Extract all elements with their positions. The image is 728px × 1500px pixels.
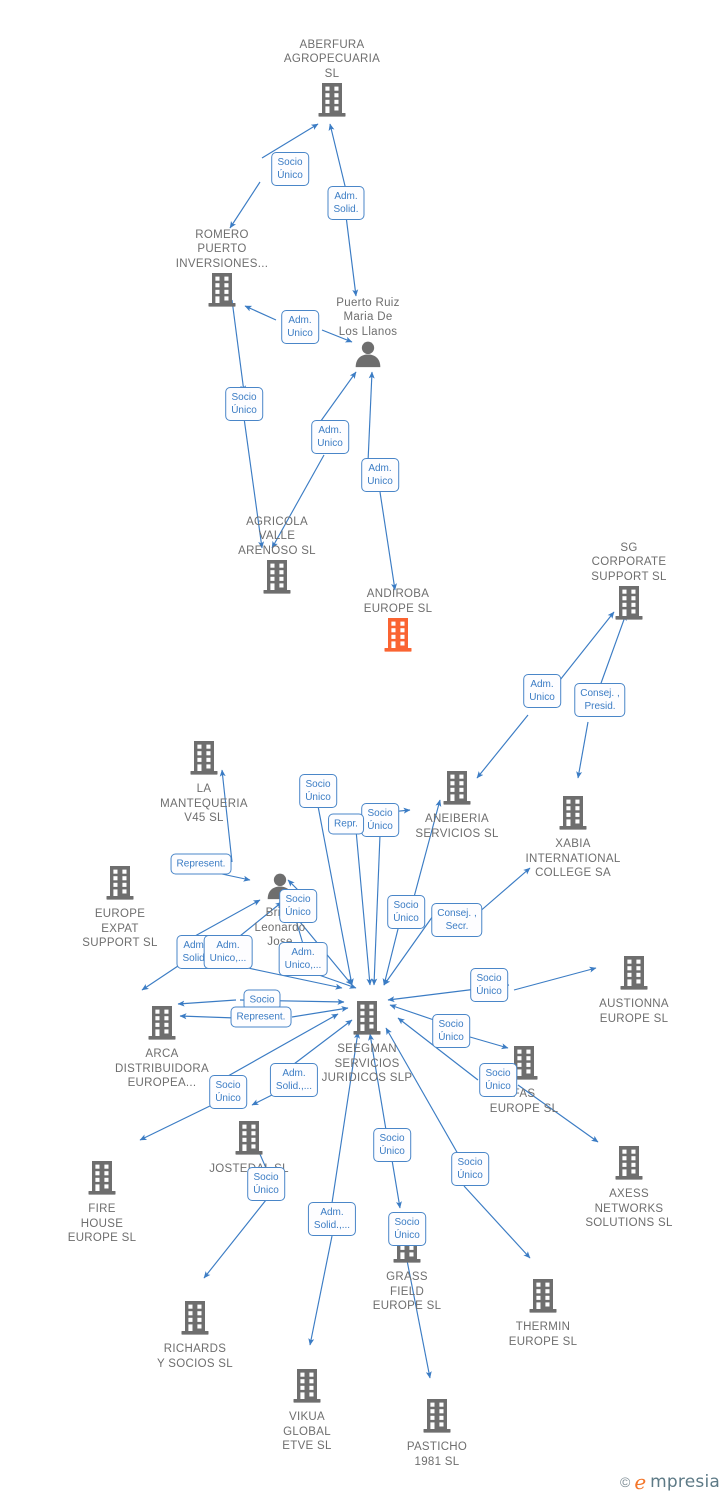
relation-label-seegman-to-austionna[interactable]: Socio Único (470, 968, 508, 1002)
empresia-logo-text: mpresia (650, 1471, 720, 1492)
building-icon (287, 1000, 447, 1041)
node-label-aneiberia: ANEIBERIA SERVICIOS SL (415, 813, 499, 840)
relation-label-puertoruiz-to-agricola[interactable]: Adm. Unico (311, 420, 349, 454)
edge-connector (379, 491, 397, 591)
edge-connector (576, 721, 589, 779)
node-label-fas: FAS EUROPE SL (489, 1088, 559, 1115)
edge-connector (231, 299, 247, 393)
node-label-axess: AXESS NETWORKS SOLUTIONS SL (585, 1188, 673, 1229)
person-icon (288, 340, 448, 373)
graph-node-mantequeria[interactable]: LA MANTEQUERIA V45 SL (124, 740, 284, 826)
relation-label-seegman-to-firehouse[interactable]: Socio Único (209, 1075, 247, 1109)
graph-node-richards[interactable]: RICHARDS Y SOCIOS SL (115, 1300, 275, 1371)
graph-node-pasticho[interactable]: PASTICHO 1981 SL (357, 1398, 517, 1469)
relation-label-puertoruiz-to-romero[interactable]: Adm. Unico (281, 310, 319, 344)
building-icon (124, 740, 284, 781)
relation-label-seegman-to-fas[interactable]: Socio Único (432, 1014, 470, 1048)
building-icon (549, 585, 709, 626)
building-icon (318, 617, 478, 658)
edge-connector (315, 973, 357, 989)
edge-connector (317, 371, 357, 426)
relation-label-puertoruiz-to-andiroba[interactable]: Adm. Unico (361, 458, 399, 492)
building-icon (444, 1045, 604, 1086)
building-icon (463, 1278, 623, 1319)
relation-label-seegman-to-aneiberia[interactable]: Repr. (328, 813, 364, 835)
edge-connector (141, 965, 179, 991)
edge-connector (229, 181, 261, 229)
empresia-logo-initial: e (634, 1470, 647, 1494)
building-icon (357, 1398, 517, 1439)
edge-connector (345, 215, 359, 297)
graph-node-axess[interactable]: AXESS NETWORKS SOLUTIONS SL (549, 1145, 709, 1231)
edge-connector (391, 1159, 402, 1209)
relation-label-romero-to-aberfura[interactable]: Socio Único (271, 152, 309, 186)
edge-connector (203, 1199, 267, 1279)
node-label-mantequeria: LA MANTEQUERIA V45 SL (160, 783, 248, 824)
building-icon (169, 1120, 329, 1161)
relation-label-britto-to-arca[interactable]: Adm. Unico,... (203, 935, 253, 969)
relation-label-seegman-to-aneiberia[interactable]: Socio Único (387, 895, 425, 929)
node-label-aberfura: ABERFURA AGROPECUARIA SL (283, 38, 381, 80)
node-label-sgcorp: SG CORPORATE SUPPORT SL (591, 541, 667, 583)
building-icon (377, 770, 537, 811)
relation-label-seegman-to-arca[interactable]: Represent. (230, 1006, 292, 1028)
copyright-icon: © (620, 1474, 631, 1490)
relation-label-sgcorp-to-xabia[interactable]: Consej. , Presid. (574, 683, 626, 717)
relation-label-seegman-to-xabia[interactable]: Consej. , Secr. (431, 903, 483, 937)
node-label-romero: ROMERO PUERTO INVERSIONES... (175, 228, 269, 270)
building-icon (554, 955, 714, 996)
building-icon (252, 82, 412, 123)
building-icon (115, 1300, 275, 1341)
relation-label-seegman-to-pasticho[interactable]: Adm. Solid.,... (307, 1202, 357, 1236)
node-label-andiroba: ANDIROBA EUROPE SL (363, 588, 433, 615)
graph-node-aberfura[interactable]: ABERFURA AGROPECUARIA SL (252, 38, 412, 124)
relation-label-sgcorp-to-aneiberia[interactable]: Adm. Unico (523, 674, 561, 708)
relation-label-seegman-to-thermin[interactable]: Socio Único (451, 1152, 489, 1186)
edge-connector (328, 123, 347, 191)
network-graph-canvas: ABERFURA AGROPECUARIA SL ROMERO PUERTO IN… (0, 0, 728, 1500)
graph-node-sgcorp[interactable]: SG CORPORATE SUPPORT SL (549, 541, 709, 627)
graph-node-andiroba[interactable]: ANDIROBA EUROPE SL (318, 587, 478, 658)
graph-node-firehouse[interactable]: FIRE HOUSE EUROPE SL (22, 1160, 182, 1246)
edge-connector (371, 834, 381, 986)
node-label-richards: RICHARDS Y SOCIOS SL (157, 1343, 233, 1370)
node-label-austionna: AUSTIONNA EUROPE SL (599, 998, 669, 1025)
relation-label-jostedal-to-richards[interactable]: Socio Único (247, 1167, 285, 1201)
relation-label-puertoruiz-to-aberfura[interactable]: Adm. Solid. (327, 186, 365, 220)
node-label-xabia: XABIA INTERNATIONAL COLLEGE SA (525, 838, 621, 879)
building-icon (82, 1005, 242, 1046)
node-label-agricola: AGRICOLA VALLE ARENOSO SL (238, 515, 316, 557)
graph-node-aneiberia[interactable]: ANEIBERIA SERVICIOS SL (377, 770, 537, 841)
relation-label-britto-to-seegman[interactable]: Adm. Unico,... (278, 942, 328, 976)
relation-label-seegman-to-grassfield[interactable]: Socio Único (373, 1128, 411, 1162)
node-label-pasticho: PASTICHO 1981 SL (406, 1441, 468, 1468)
building-icon (549, 1145, 709, 1186)
node-label-thermin: THERMIN EUROPE SL (508, 1321, 578, 1348)
edge-connector (476, 714, 529, 779)
relation-label-seegman-to-andiroba[interactable]: Socio Único (361, 803, 399, 837)
empresia-watermark: © e mpresia (620, 1472, 720, 1492)
graph-node-thermin[interactable]: THERMIN EUROPE SL (463, 1278, 623, 1349)
building-icon (142, 272, 302, 313)
edge-connector (177, 999, 237, 1007)
relation-label-seegman-to-mantequeria[interactable]: Represent. (170, 853, 232, 875)
graph-node-austionna[interactable]: AUSTIONNA EUROPE SL (554, 955, 714, 1026)
graph-node-fas[interactable]: FAS EUROPE SL (444, 1045, 604, 1116)
relation-label-seegman-to-agricola[interactable]: Socio Único (299, 774, 337, 808)
relation-label-seegman-to-jostedal[interactable]: Adm. Solid.,... (269, 1063, 319, 1097)
graph-node-romero[interactable]: ROMERO PUERTO INVERSIONES... (142, 228, 302, 314)
building-icon (22, 1160, 182, 1201)
relation-label-seegman-to-axess[interactable]: Socio Único (479, 1063, 517, 1097)
edge-connector (367, 371, 375, 463)
relation-label-romero-to-agricola[interactable]: Socio Único (225, 387, 263, 421)
relation-label-britto-to-seegman[interactable]: Socio Único (279, 889, 317, 923)
relation-label-grassfield-to-vikua[interactable]: Socio Único (388, 1212, 426, 1246)
node-label-firehouse: FIRE HOUSE EUROPE SL (67, 1203, 137, 1244)
